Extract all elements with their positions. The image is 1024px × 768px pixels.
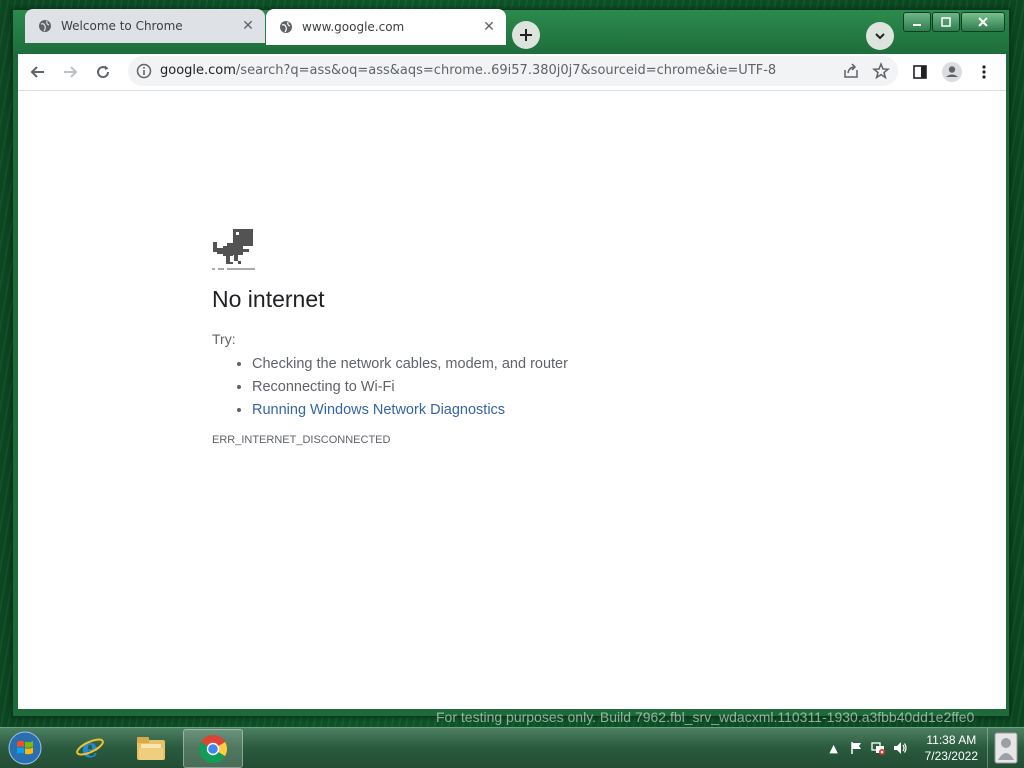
suggestion-item: Running Windows Network Diagnostics	[252, 399, 812, 422]
windows-logo-icon	[8, 731, 42, 765]
show-hidden-icons-icon[interactable]: ▲	[823, 737, 845, 759]
kebab-menu-icon	[982, 65, 986, 79]
tab-title: www.google.com	[302, 20, 405, 34]
error-title: No internet	[212, 286, 325, 312]
reload-button[interactable]	[89, 58, 117, 86]
tab-title: Welcome to Chrome	[61, 19, 183, 33]
taskbar-file-explorer[interactable]	[122, 729, 180, 766]
forward-button[interactable]	[56, 58, 84, 86]
internet-explorer-icon: e	[76, 734, 104, 763]
url-text[interactable]: google.com/search?q=ass&oq=ass&aqs=chrom…	[160, 63, 776, 78]
start-button[interactable]	[5, 729, 45, 767]
globe-icon	[37, 18, 53, 34]
browser-toolbar: google.com/search?q=ass&oq=ass&aqs=chrom…	[18, 54, 1006, 91]
tab-strip: Welcome to Chrome ✕ www.google.com ✕	[12, 9, 1008, 49]
tab-google[interactable]: www.google.com ✕	[266, 9, 506, 45]
dinosaur-icon[interactable]	[212, 228, 256, 272]
build-watermark: For testing purposes only. Build 7962.fb…	[436, 709, 975, 725]
globe-icon	[278, 19, 294, 35]
reload-icon	[97, 65, 110, 79]
profile-avatar-icon	[942, 62, 962, 82]
tab-welcome[interactable]: Welcome to Chrome ✕	[25, 9, 265, 43]
suggestion-list: Checking the network cables, modem, and …	[212, 353, 812, 422]
url-path: /search?q=ass&oq=ass&aqs=chrome..69i57.3…	[235, 63, 777, 78]
error-page: No internet Try: Checking the network ca…	[212, 228, 812, 446]
chevron-down-icon	[875, 33, 885, 40]
new-tab-button[interactable]	[512, 21, 540, 49]
chrome-logo-icon	[199, 734, 227, 763]
user-icon	[994, 732, 1018, 764]
network-disconnected-icon[interactable]	[867, 737, 889, 759]
tab-search-button[interactable]	[866, 22, 894, 50]
side-panel-icon	[913, 65, 927, 79]
taskbar-chrome[interactable]	[183, 729, 243, 768]
back-button[interactable]	[24, 58, 52, 86]
system-tray: ▲ 11:38 AM 7/23/2022	[823, 728, 978, 768]
bookmark-star-icon[interactable]	[872, 61, 890, 84]
show-desktop-button[interactable]	[987, 728, 1024, 768]
tab-close-icon[interactable]: ✕	[239, 17, 257, 35]
taskbar: e ▲ 11:38 AM 7/23/2022	[0, 727, 1024, 768]
volume-icon[interactable]	[889, 737, 911, 759]
side-panel-button[interactable]	[906, 58, 934, 86]
suggestion-item: Checking the network cables, modem, and …	[252, 353, 812, 376]
tab-close-icon[interactable]: ✕	[480, 18, 498, 36]
try-label: Try:	[212, 331, 236, 347]
back-arrow-icon	[30, 66, 44, 78]
action-center-flag-icon[interactable]	[845, 737, 867, 759]
clock-date: 7/23/2022	[924, 749, 978, 763]
error-code: ERR_INTERNET_DISCONNECTED	[212, 434, 391, 446]
network-diagnostics-link[interactable]: Running Windows Network Diagnostics	[252, 402, 505, 418]
suggestion-item: Reconnecting to Wi-Fi	[252, 376, 812, 399]
url-host: google.com	[160, 63, 236, 78]
page-content: No internet Try: Checking the network ca…	[18, 91, 1006, 709]
taskbar-internet-explorer[interactable]: e	[61, 729, 119, 766]
folder-icon	[137, 736, 165, 760]
plus-icon	[520, 29, 532, 41]
address-bar[interactable]: google.com/search?q=ass&oq=ass&aqs=chrom…	[128, 56, 898, 86]
forward-arrow-icon	[64, 66, 78, 78]
menu-button[interactable]	[970, 58, 998, 86]
clock-time: 11:38 AM	[926, 733, 977, 747]
info-icon[interactable]	[136, 63, 152, 79]
taskbar-clock[interactable]: 11:38 AM 7/23/2022	[925, 732, 978, 764]
profile-button[interactable]	[938, 58, 966, 86]
share-icon[interactable]	[842, 62, 860, 84]
